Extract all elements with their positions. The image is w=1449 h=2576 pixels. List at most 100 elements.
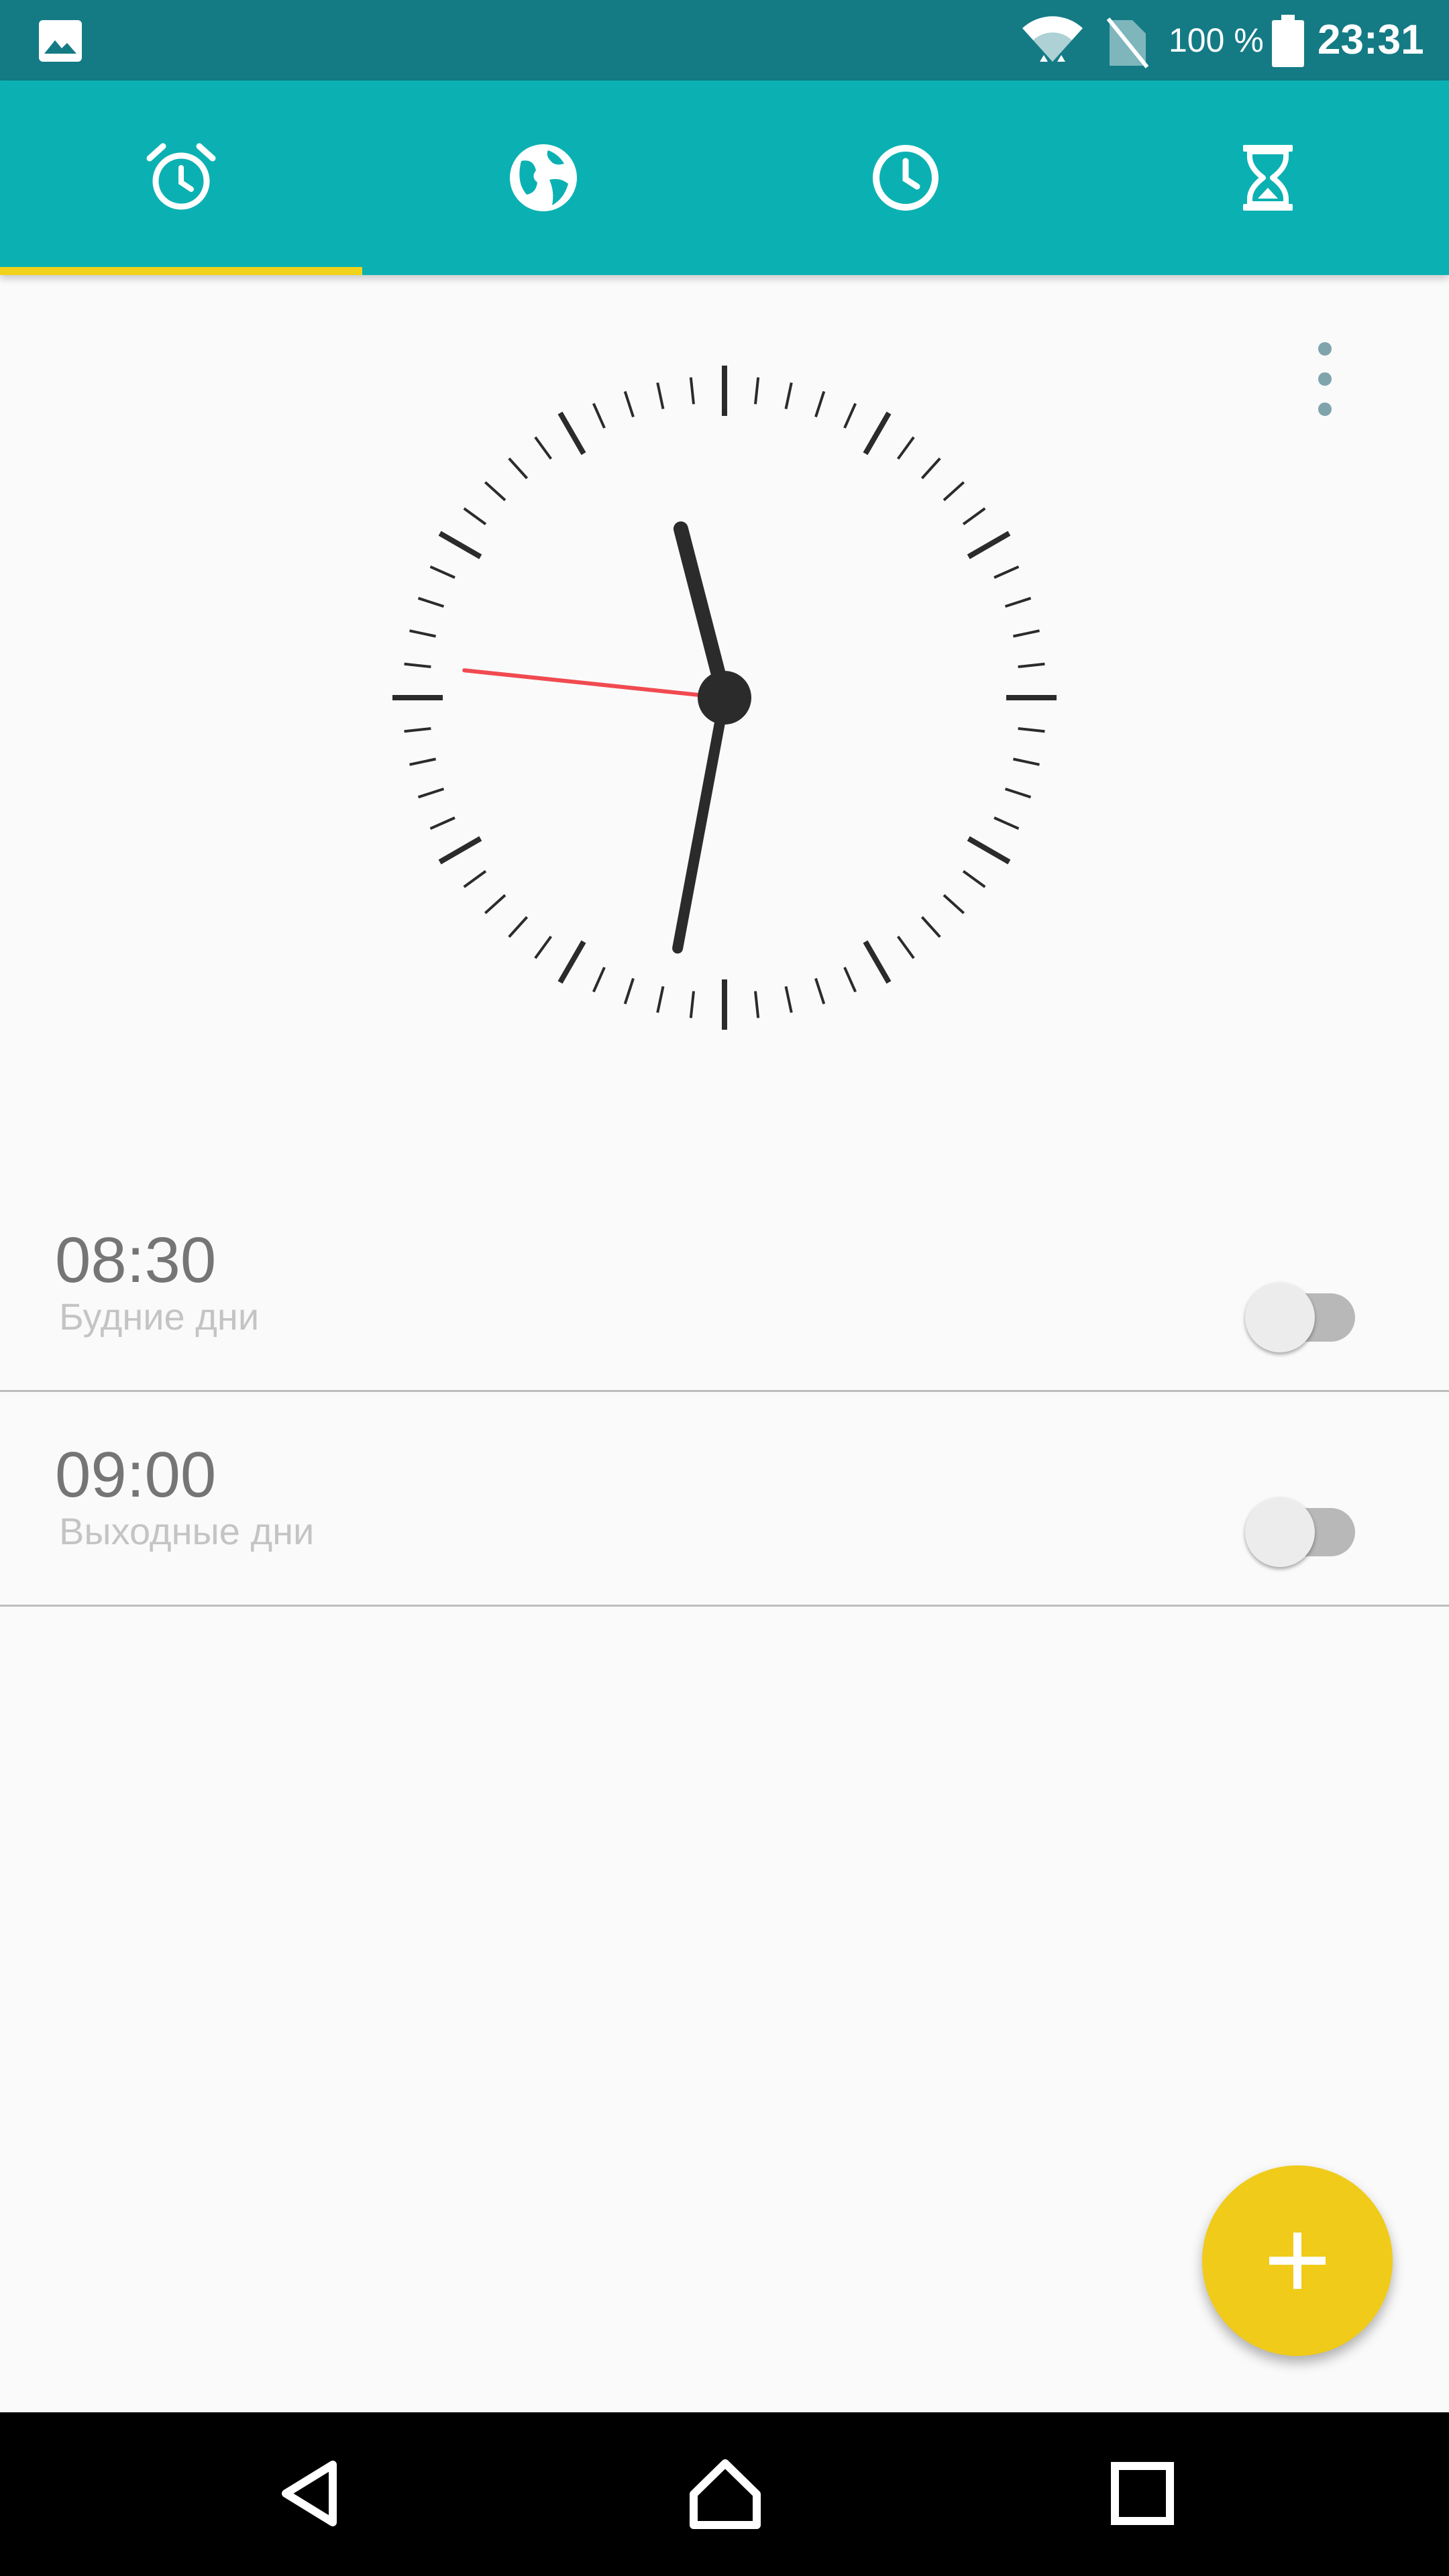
clock-tick [943, 481, 965, 502]
clock-tick [1018, 662, 1045, 668]
clock-tick [920, 457, 941, 480]
clock-tick [484, 894, 506, 914]
clock-tick [534, 935, 553, 959]
clock-tick [962, 869, 986, 888]
clock-tick [967, 531, 1011, 559]
clock-tick [656, 985, 665, 1013]
second-hand [462, 668, 727, 700]
switch-thumb [1245, 1283, 1315, 1352]
clock-tick [1012, 629, 1040, 638]
clock-tick [463, 507, 487, 526]
clock-tick [784, 382, 793, 410]
clock-tick [784, 985, 793, 1013]
clock-tick [943, 894, 965, 914]
clock-tick [557, 940, 586, 984]
tab-world-clock[interactable] [362, 80, 724, 275]
clock-tick [429, 565, 455, 579]
alarm-item[interactable]: 09:00 Выходные дни [0, 1390, 1449, 1607]
recents-button[interactable] [1099, 2450, 1186, 2537]
back-button[interactable] [266, 2450, 353, 2537]
navigation-bar [0, 2412, 1449, 2576]
back-icon [282, 2461, 337, 2526]
tab-clock[interactable] [724, 80, 1087, 275]
selected-tab-indicator [0, 267, 362, 275]
clock-tick [417, 788, 445, 799]
clock-tick [920, 916, 941, 938]
clock-tick [843, 967, 857, 993]
clock-tick [592, 402, 606, 429]
status-bar: 100 % 23:31 [0, 0, 1449, 80]
clock-tick [1012, 757, 1040, 766]
status-time: 23:31 [1318, 17, 1424, 63]
globe-icon [510, 144, 577, 211]
tab-timer[interactable] [1087, 80, 1449, 275]
clock-icon [873, 145, 938, 211]
alarm-repeat-days: Выходные дни [59, 1510, 315, 1552]
home-button[interactable] [682, 2450, 769, 2537]
alarm-clock-icon [146, 143, 216, 210]
clock-tick [863, 411, 892, 455]
clock-tick [689, 377, 695, 405]
wifi-icon [1022, 16, 1083, 62]
hourglass-icon [1243, 145, 1293, 211]
clock-tick [656, 382, 665, 410]
alarm-time: 09:00 [55, 1439, 217, 1511]
alarm-time: 08:30 [55, 1224, 217, 1296]
clock-tick [592, 967, 606, 993]
clock-tick [409, 629, 437, 638]
clock-tick [863, 940, 892, 984]
clock-center-pin [698, 671, 751, 724]
clock-tick [508, 916, 529, 938]
tab-alarm[interactable] [0, 80, 362, 275]
more-options-icon[interactable] [1301, 342, 1348, 416]
tab-bar [0, 80, 1449, 275]
alarm-repeat-days: Будние дни [59, 1295, 260, 1338]
no-sim-icon [1106, 17, 1149, 68]
clock-tick [463, 869, 487, 888]
more-dot [1318, 402, 1332, 416]
clock-tick [557, 411, 586, 455]
alarm-toggle-switch[interactable] [1245, 1487, 1358, 1567]
analog-clock [392, 366, 1057, 1030]
clock-tick [896, 436, 915, 460]
clock-tick [404, 662, 431, 668]
clock-tick [438, 836, 482, 865]
alarm-toggle-switch[interactable] [1245, 1272, 1358, 1352]
clock-tick [814, 390, 826, 418]
clock-tick [754, 991, 760, 1018]
clock-tick [484, 481, 506, 502]
alarm-item[interactable]: 08:30 Будние дни [0, 1175, 1449, 1392]
clock-tick [429, 816, 455, 830]
more-dot [1318, 372, 1332, 386]
clock-tick [438, 531, 482, 559]
battery-icon [1272, 15, 1304, 67]
clock-tick [1018, 727, 1045, 733]
clock-tick [508, 457, 529, 480]
clock-tick [843, 402, 857, 429]
battery-percentage: 100 % [1169, 21, 1264, 59]
clock-tick [962, 507, 986, 526]
clock-tick [967, 836, 1011, 865]
clock-tick [1004, 788, 1032, 799]
clock-tick [754, 377, 760, 405]
add-alarm-button[interactable] [1202, 2165, 1393, 2356]
clock-tick [1004, 596, 1032, 608]
clock-tick [994, 816, 1020, 830]
clock-tick [896, 935, 915, 959]
clock-tick [417, 596, 445, 608]
clock-tick [404, 727, 431, 733]
switch-thumb [1245, 1497, 1315, 1567]
clock-tick [623, 977, 635, 1005]
clock-tick [409, 757, 437, 766]
clock-tick [623, 390, 635, 418]
clock-tick [534, 436, 553, 460]
plus-icon [1269, 2233, 1326, 2289]
minute-hand [672, 692, 730, 954]
clock-tick [994, 565, 1020, 579]
home-icon [690, 2459, 761, 2529]
image-icon [39, 20, 82, 62]
recents-icon [1111, 2462, 1174, 2525]
clock-tick [814, 977, 826, 1005]
clock-tick [689, 991, 695, 1018]
more-dot [1318, 342, 1332, 356]
